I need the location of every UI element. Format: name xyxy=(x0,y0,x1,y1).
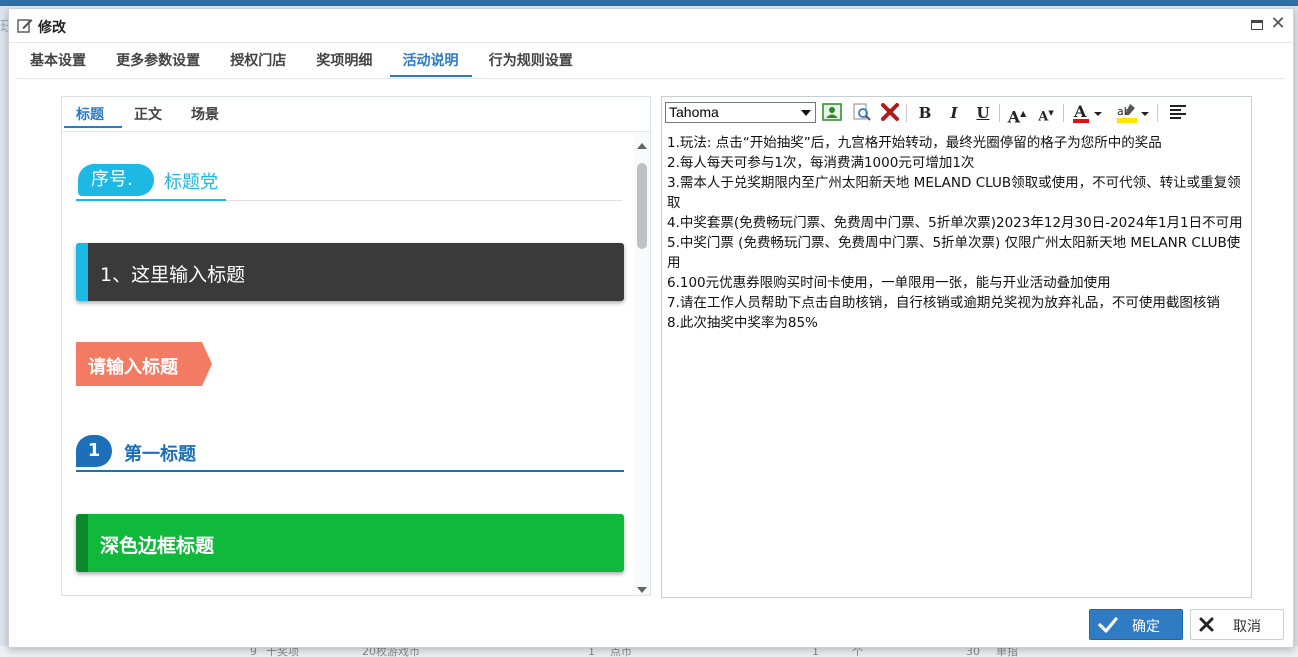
template-first-title[interactable]: 1 第一标题 xyxy=(76,433,624,473)
font-family-value: Tahoma xyxy=(669,104,719,120)
toolbar-divider xyxy=(1063,104,1064,122)
template-underline xyxy=(226,200,622,201)
chevron-down-icon xyxy=(801,110,811,116)
background-header xyxy=(0,0,1298,6)
font-decrease-icon[interactable]: A▼ xyxy=(1035,102,1057,124)
close-icon[interactable]: ✕ xyxy=(1269,14,1287,34)
underline-icon[interactable]: U xyxy=(972,102,994,124)
confirm-button[interactable]: 确定 xyxy=(1089,609,1183,640)
background-left: 玨 xyxy=(0,6,14,657)
font-color-icon[interactable]: A xyxy=(1071,102,1105,124)
italic-icon[interactable]: I xyxy=(943,102,965,124)
description-line: 7.请在工作人员帮助下点击自助核销，自行核销或逾期兑奖视为放弃礼品，不可使用截图… xyxy=(667,295,1220,311)
tab-behavior-rules[interactable]: 行为规则设置 xyxy=(476,47,586,77)
dialog-title: 修改 xyxy=(38,20,66,36)
svg-text:A: A xyxy=(1073,102,1087,121)
cross-icon xyxy=(1199,617,1214,632)
template-number-badge: 1 xyxy=(76,435,112,467)
template-title-text: 标题党 xyxy=(164,172,218,193)
tab-bar: 基本设置 更多参数设置 授权门店 奖项明细 活动说明 行为规则设置 xyxy=(17,47,586,79)
rich-text-editor: Tahoma B I U A▲ A▼ A ab 1.玩法: 点击“开始抽奖”后，… xyxy=(661,96,1252,598)
toolbar-divider xyxy=(906,104,907,122)
template-title-text: 深色边框标题 xyxy=(100,535,215,557)
toolbar-divider xyxy=(1157,104,1158,122)
template-arrow-title[interactable]: 请输入标题 xyxy=(76,342,212,386)
subtab-underline xyxy=(64,126,122,128)
template-title-text: 请输入标题 xyxy=(88,357,178,378)
cancel-button[interactable]: 取消 xyxy=(1190,609,1284,640)
template-panel: 标题 正文 场景 序号. 标题党 1、这里输入标题 请输入标题 1 第一标题 深 xyxy=(61,96,651,596)
description-line: 4.中奖套票(免费畅玩门票、免费周中门票、5折单次票)2023年12月30日-2… xyxy=(667,215,1243,231)
editor-toolbar: Tahoma B I U A▲ A▼ A ab xyxy=(665,101,1249,126)
subtab-body[interactable]: 正文 xyxy=(134,104,162,124)
tab-divider xyxy=(17,78,1285,79)
scroll-down-arrow-icon[interactable] xyxy=(637,587,647,593)
font-increase-icon[interactable]: A▲ xyxy=(1006,102,1028,126)
toolbar-divider xyxy=(999,104,1000,122)
tab-activity-description[interactable]: 活动说明 xyxy=(389,47,472,77)
template-underline-accent xyxy=(76,199,226,201)
description-line: 3.需本人于兑奖期限内至广州太阳新天地 MELAND CLUB领取或使用，不可代… xyxy=(667,175,1241,211)
template-title-text: 第一标题 xyxy=(124,444,196,465)
template-green-title[interactable]: 深色边框标题 xyxy=(76,514,624,572)
preview-icon[interactable] xyxy=(851,102,873,124)
cancel-button-label: 取消 xyxy=(1233,618,1261,634)
checkmark-icon xyxy=(1098,617,1118,633)
scroll-thumb[interactable] xyxy=(637,163,647,249)
description-line: 8.此次抽奖中奖率为85% xyxy=(667,315,818,331)
edit-dialog: 修改 ✕ 基本设置 更多参数设置 授权门店 奖项明细 活动说明 行为规则设置 标… xyxy=(8,8,1294,648)
description-line: 6.100元优惠券限购买时间卡使用，一单限用一张，能与开业活动叠加使用 xyxy=(667,275,1111,291)
edit-icon xyxy=(17,19,33,33)
subtab-scene[interactable]: 场景 xyxy=(191,104,219,124)
description-line: 1.玩法: 点击“开始抽奖”后，九宫格开始转动，最终光圈停留的格子为您所中的奖品 xyxy=(667,135,1162,151)
tab-basic-settings[interactable]: 基本设置 xyxy=(17,47,99,77)
tab-prize-details[interactable]: 奖项明细 xyxy=(303,47,385,77)
highlight-icon[interactable]: ab xyxy=(1115,102,1151,124)
align-left-icon[interactable] xyxy=(1167,102,1189,124)
font-family-select[interactable]: Tahoma xyxy=(665,102,816,123)
delete-icon[interactable] xyxy=(879,102,901,124)
template-subtabs: 标题 正文 场景 xyxy=(62,97,650,132)
subtab-title[interactable]: 标题 xyxy=(76,104,104,124)
template-dark-title[interactable]: 1、这里输入标题 xyxy=(76,243,624,301)
bold-icon[interactable]: B xyxy=(914,102,936,124)
tab-more-params[interactable]: 更多参数设置 xyxy=(103,47,213,77)
image-icon[interactable] xyxy=(821,102,843,124)
description-line: 2.每人每天可参与1次，每消费满1000元可增加1次 xyxy=(667,155,975,171)
dialog-titlebar: 修改 ✕ xyxy=(9,9,1293,43)
description-line: 5.中奖门票 (免费畅玩门票、免费周中门票、5折单次票) 仅限广州太阳新天地 M… xyxy=(667,235,1241,271)
template-number-pill: 序号. xyxy=(78,164,154,196)
confirm-button-label: 确定 xyxy=(1132,618,1160,634)
template-numbered-title[interactable]: 序号. 标题党 xyxy=(76,161,624,201)
maximize-icon[interactable] xyxy=(1251,20,1263,30)
scroll-up-arrow-icon[interactable] xyxy=(637,143,647,149)
template-title-text: 1、这里输入标题 xyxy=(100,264,246,286)
tab-authorized-stores[interactable]: 授权门店 xyxy=(217,47,299,77)
editor-content-area[interactable]: 1.玩法: 点击“开始抽奖”后，九宫格开始转动，最终光圈停留的格子为您所中的奖品… xyxy=(667,133,1249,333)
template-underline xyxy=(76,470,624,472)
